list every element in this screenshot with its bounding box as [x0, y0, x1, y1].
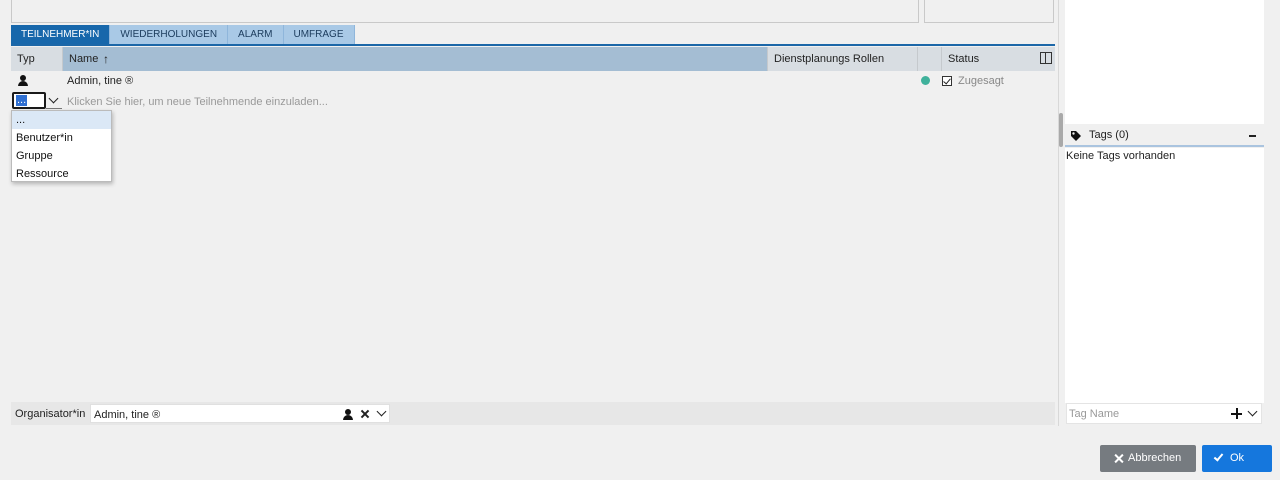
tags-body: Keine Tags vorhanden: [1065, 148, 1264, 403]
organizer-value: Admin, tine ®: [94, 409, 161, 421]
column-header-name[interactable]: Name ↑: [63, 47, 768, 71]
dropdown-option-resource[interactable]: Ressource: [12, 165, 111, 183]
column-header-type[interactable]: Typ: [11, 47, 63, 71]
column-header-type-label: Typ: [17, 53, 35, 65]
tags-empty-text: Keine Tags vorhanden: [1066, 150, 1176, 162]
chevron-down-icon[interactable]: [1247, 406, 1258, 417]
tag-name-input[interactable]: [1069, 407, 1224, 421]
participant-type-dropdown: ... Benutzer*in Gruppe Ressource: [11, 110, 112, 182]
tab-recurrences[interactable]: WIEDERHOLUNGEN: [110, 25, 229, 44]
right-panel-upper: [1065, 0, 1264, 124]
tags-title: Tags (0): [1089, 129, 1129, 141]
column-header-roles-label: Dienstplanungs Rollen: [774, 53, 885, 65]
organizer-bar: Organisator*in Admin, tine ®: [11, 402, 1055, 425]
tags-header: Tags (0): [1065, 126, 1264, 147]
tab-bar: TEILNEHMER*IN WIEDERHOLUNGEN ALARM UMFRA…: [11, 25, 1055, 46]
ok-button[interactable]: Ok: [1202, 445, 1272, 472]
invite-participant-field[interactable]: Klicken Sie hier, um neue Teilnehmende e…: [67, 96, 328, 108]
participant-type-combo[interactable]: ...: [12, 92, 46, 109]
collapse-icon[interactable]: [1249, 135, 1256, 137]
participant-status: Zugesagt: [958, 75, 1004, 87]
check-icon: [1213, 451, 1224, 462]
upper-panel-right: [924, 0, 1054, 23]
ok-button-label: Ok: [1230, 452, 1245, 464]
combo-underline: [46, 108, 62, 109]
column-header-name-label: Name: [69, 53, 99, 65]
dropdown-option-none[interactable]: ...: [12, 111, 111, 129]
person-icon: [18, 75, 28, 86]
participant-type-value: ...: [16, 94, 28, 106]
dropdown-option-user[interactable]: Benutzer*in: [12, 129, 111, 147]
organizer-label: Organisator*in: [15, 408, 86, 420]
close-icon: [1114, 454, 1123, 463]
cancel-button-label: Abbrechen: [1128, 452, 1182, 464]
column-header-status-dot[interactable]: [918, 47, 942, 71]
tag-name-field: [1066, 403, 1262, 424]
panel-splitter[interactable]: [1058, 0, 1064, 426]
tab-participants[interactable]: TEILNEHMER*IN: [11, 25, 111, 44]
chevron-down-icon[interactable]: [376, 406, 387, 417]
upper-panel-left: [11, 0, 919, 23]
tab-poll[interactable]: UMFRAGE: [283, 25, 355, 44]
splitter-handle[interactable]: [1059, 113, 1063, 147]
participants-grid-header: Typ Name ↑ Dienstplanungs Rollen Status: [11, 47, 1055, 71]
organizer-field[interactable]: Admin, tine ®: [90, 404, 390, 423]
chevron-down-icon[interactable]: [48, 93, 59, 104]
column-header-status[interactable]: Status: [942, 47, 1055, 71]
table-row[interactable]: Admin, tine ® Zugesagt: [11, 71, 1055, 91]
column-chooser-icon[interactable]: [1040, 52, 1052, 64]
add-tag-icon[interactable]: [1231, 408, 1242, 419]
column-header-roles[interactable]: Dienstplanungs Rollen: [768, 47, 918, 71]
tag-icon: [1071, 131, 1081, 141]
status-checkbox[interactable]: [942, 76, 952, 86]
participant-name: Admin, tine ®: [67, 75, 134, 87]
status-dot: [921, 76, 930, 85]
person-icon: [343, 409, 353, 420]
tab-alarm[interactable]: ALARM: [228, 25, 284, 44]
clear-icon[interactable]: [360, 409, 370, 419]
sort-ascending-icon: ↑: [103, 52, 109, 66]
cancel-button[interactable]: Abbrechen: [1100, 445, 1196, 472]
column-header-status-label: Status: [948, 53, 980, 65]
dropdown-option-group[interactable]: Gruppe: [12, 147, 111, 165]
